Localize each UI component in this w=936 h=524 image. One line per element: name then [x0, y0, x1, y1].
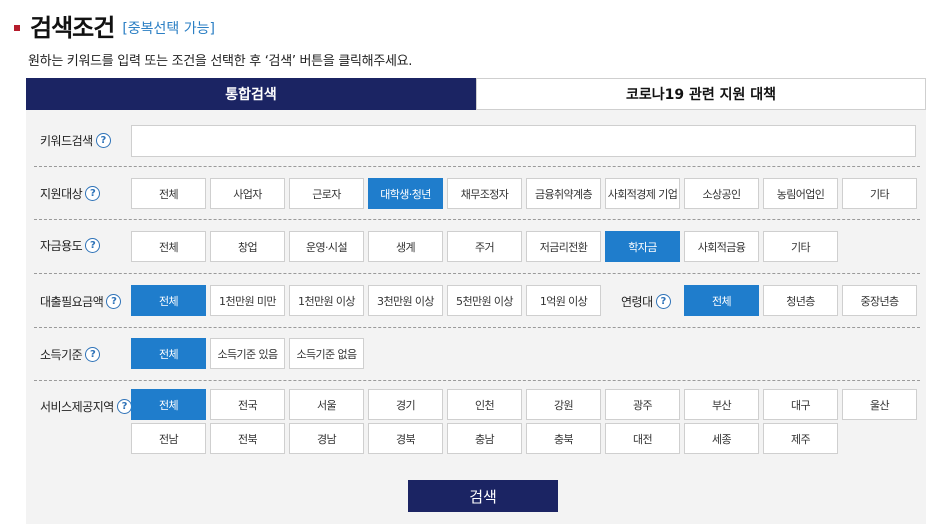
instruction-text: 원하는 키워드를 입력 또는 조건을 선택한 후 ‘검색’ 버튼을 클릭해주세요… [28, 54, 413, 69]
region-option[interactable]: 전남 [131, 423, 206, 454]
help-icon[interactable]: ? [85, 185, 101, 201]
target-option[interactable]: 금융취약계층 [526, 178, 601, 209]
page-title: 검색조건 [30, 13, 115, 42]
age-option[interactable]: 전체 [684, 285, 759, 316]
income-label: 소득기준 ? [40, 344, 101, 364]
help-icon[interactable]: ? [655, 293, 671, 309]
region-option[interactable]: 전체 [131, 389, 206, 420]
title-subtitle: [중복선택 가능] [122, 21, 215, 37]
region-row: 서비스제공지역 ? 전체 전국 서울 경기 인천 강원 광주 부산 대구 울산전남 전북 경남 경북 충남… [26, 380, 926, 470]
purpose-label: 자금용도 ? [40, 235, 101, 255]
region-option[interactable]: 울산 [842, 389, 917, 420]
amount-label: 대출필요금액 ? [40, 291, 122, 311]
region-option[interactable]: 대구 [763, 389, 838, 420]
region-option[interactable]: 강원 [526, 389, 601, 420]
purpose-option[interactable]: 저금리전환 [526, 231, 601, 262]
region-option[interactable]: 인천 [447, 389, 522, 420]
region-label: 서비스제공지역 ? [40, 396, 132, 416]
tab-covid19-support[interactable]: 코로나19 관련 지원 대책 [476, 78, 926, 110]
region-option[interactable]: 광주 [605, 389, 680, 420]
target-option[interactable]: 사업자 [210, 178, 285, 209]
target-option[interactable]: 대학생·청년 [368, 178, 443, 209]
target-option[interactable]: 채무조정자 [447, 178, 522, 209]
region-option[interactable]: 대전 [605, 423, 680, 454]
purpose-options: 전체 창업 운영·시설 생계 주거 저금리전환 학자금 사회적금융 기타 [131, 231, 838, 262]
target-options: 전체 사업자 근로자 대학생·청년 채무조정자 금융취약계층 사회적경제 기업 소상공인 농림어… [131, 178, 917, 209]
amount-option[interactable]: 3천만원 이상 [368, 285, 443, 316]
region-option[interactable]: 경남 [289, 423, 364, 454]
search-button[interactable]: 검색 [408, 480, 558, 512]
amount-option[interactable]: 1천만원 미만 [210, 285, 285, 316]
region-option[interactable]: 제주 [763, 423, 838, 454]
help-icon[interactable]: ? [95, 132, 111, 148]
help-icon[interactable]: ? [106, 293, 122, 309]
region-option[interactable]: 충남 [447, 423, 522, 454]
search-conditions-panel: 키워드검색 ? 지원대상 ? 전체 사업자 근로자 대학생·청년 채무조정자 금융취약계층… [26, 110, 926, 524]
age-option[interactable]: 중장년층 [842, 285, 917, 316]
target-option[interactable]: 소상공인 [684, 178, 759, 209]
income-option[interactable]: 소득기준 있음 [210, 338, 285, 369]
target-option[interactable]: 전체 [131, 178, 206, 209]
target-label: 지원대상 ? [40, 183, 101, 203]
purpose-option[interactable]: 사회적금융 [684, 231, 759, 262]
title-bullet-icon [14, 25, 20, 31]
amount-option[interactable]: 5천만원 이상 [447, 285, 522, 316]
target-row: 지원대상 ? 전체 사업자 근로자 대학생·청년 채무조정자 금융취약계층 사회적경제 기업… [26, 166, 926, 218]
amount-option[interactable]: 1억원 이상 [526, 285, 601, 316]
amount-option[interactable]: 전체 [131, 285, 206, 316]
purpose-option[interactable]: 학자금 [605, 231, 680, 262]
keyword-row: 키워드검색 ? [26, 110, 926, 170]
amount-options: 전체 1천만원 미만 1천만원 이상 3천만원 이상 5천만원 이상 1억원 이상 [131, 285, 601, 316]
help-icon[interactable]: ? [85, 237, 101, 253]
target-option[interactable]: 사회적경제 기업 [605, 178, 680, 209]
target-option[interactable]: 근로자 [289, 178, 364, 209]
region-option[interactable]: 전국 [210, 389, 285, 420]
region-option[interactable]: 부산 [684, 389, 759, 420]
amount-option[interactable]: 1천만원 이상 [289, 285, 364, 316]
target-option[interactable]: 기타 [842, 178, 917, 209]
purpose-option[interactable]: 창업 [210, 231, 285, 262]
income-row: 소득기준 ? 전체 소득기준 있음 소득기준 없음 [26, 327, 926, 379]
income-option[interactable]: 전체 [131, 338, 206, 369]
search-tabs: 통합검색 코로나19 관련 지원 대책 [26, 78, 926, 110]
help-icon[interactable]: ? [85, 346, 101, 362]
section-header: 검색조건 [중복선택 가능] [14, 8, 215, 42]
purpose-option[interactable]: 기타 [763, 231, 838, 262]
region-options: 전체 전국 서울 경기 인천 강원 광주 부산 대구 울산전남 전북 경남 경북 충남 충북 대전 세종 제주 [131, 389, 921, 454]
purpose-option[interactable]: 전체 [131, 231, 206, 262]
region-option[interactable]: 서울 [289, 389, 364, 420]
region-option[interactable]: 경북 [368, 423, 443, 454]
region-option[interactable]: 전북 [210, 423, 285, 454]
tab-integrated-search[interactable]: 통합검색 [26, 78, 476, 110]
age-options: 전체 청년층 중장년층 [684, 285, 917, 316]
target-option[interactable]: 농림어업인 [763, 178, 838, 209]
region-option[interactable]: 경기 [368, 389, 443, 420]
region-option[interactable]: 세종 [684, 423, 759, 454]
amount-row: 대출필요금액 ? 전체 1천만원 미만 1천만원 이상 3천만원 이상 5천만원 이상 1… [26, 273, 926, 325]
income-options: 전체 소득기준 있음 소득기준 없음 [131, 338, 364, 369]
income-option[interactable]: 소득기준 없음 [289, 338, 364, 369]
age-label: 연령대 ? [621, 291, 671, 311]
purpose-option[interactable]: 주거 [447, 231, 522, 262]
keyword-label: 키워드검색 ? [40, 130, 111, 150]
purpose-option[interactable]: 생계 [368, 231, 443, 262]
purpose-row: 자금용도 ? 전체 창업 운영·시설 생계 주거 저금리전환 학자금 사회적금융 기타 [26, 219, 926, 271]
purpose-option[interactable]: 운영·시설 [289, 231, 364, 262]
age-option[interactable]: 청년층 [763, 285, 838, 316]
keyword-input[interactable] [131, 125, 916, 157]
region-option[interactable]: 충북 [526, 423, 601, 454]
help-icon[interactable]: ? [116, 398, 132, 414]
